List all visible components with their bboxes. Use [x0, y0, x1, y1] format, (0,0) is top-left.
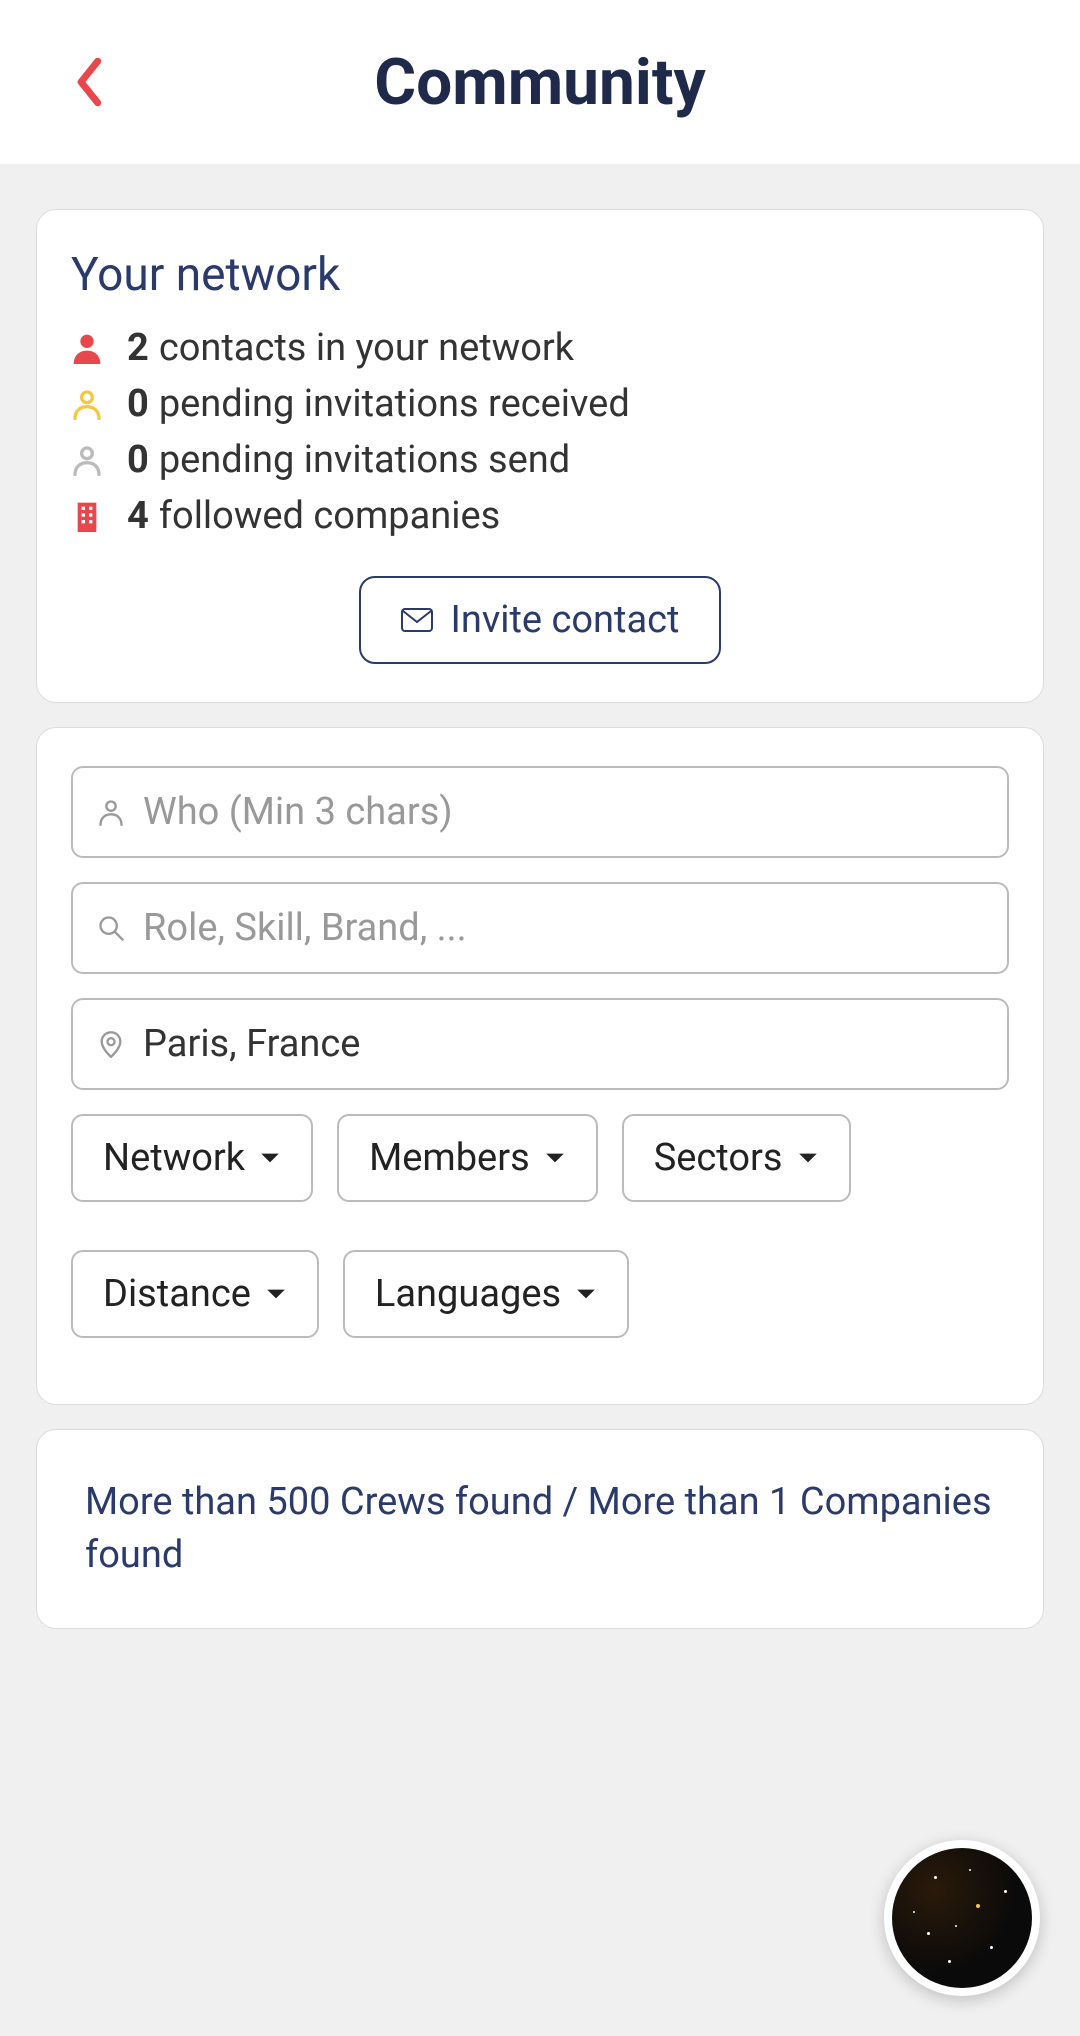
caret-down-icon	[575, 1287, 597, 1301]
results-text: More than 500 Crews found / More than 1 …	[85, 1476, 995, 1582]
who-placeholder: Who (Min 3 chars)	[143, 790, 453, 834]
invite-contact-button[interactable]: Invite contact	[359, 576, 722, 664]
stat-count: 4	[127, 494, 149, 538]
stat-count: 0	[127, 382, 149, 426]
location-icon	[97, 1030, 125, 1058]
location-input[interactable]: Paris, France	[71, 998, 1009, 1090]
filter-members[interactable]: Members	[337, 1114, 598, 1202]
network-title: Your network	[71, 248, 1009, 302]
filter-row: Network Members Sectors Distance Languag…	[71, 1114, 1009, 1362]
content: Your network 2 contacts in your network …	[0, 164, 1080, 2036]
person-outline-icon	[71, 388, 103, 420]
back-button[interactable]	[64, 46, 112, 118]
avatar	[892, 1848, 1032, 1988]
filter-label: Sectors	[654, 1136, 783, 1180]
stat-label: followed companies	[159, 494, 500, 538]
stat-received[interactable]: 0 pending invitations received	[71, 382, 1009, 426]
filter-network[interactable]: Network	[71, 1114, 313, 1202]
person-icon	[71, 332, 103, 364]
building-icon	[71, 500, 103, 532]
envelope-icon	[401, 608, 433, 632]
stat-label: pending invitations received	[159, 382, 630, 426]
page-title: Community	[40, 45, 1040, 120]
person-outline-icon	[71, 444, 103, 476]
stat-count: 0	[127, 438, 149, 482]
search-icon	[97, 914, 125, 942]
filter-label: Members	[369, 1136, 530, 1180]
location-value: Paris, France	[143, 1022, 360, 1066]
chevron-left-icon	[73, 57, 103, 107]
chat-fab[interactable]	[884, 1840, 1040, 1996]
filter-languages[interactable]: Languages	[343, 1250, 629, 1338]
what-placeholder: Role, Skill, Brand, ...	[143, 906, 467, 950]
what-input[interactable]: Role, Skill, Brand, ...	[71, 882, 1009, 974]
search-card: Who (Min 3 chars) Role, Skill, Brand, ..…	[36, 727, 1044, 1405]
caret-down-icon	[544, 1151, 566, 1165]
stat-contacts[interactable]: 2 contacts in your network	[71, 326, 1009, 370]
caret-down-icon	[265, 1287, 287, 1301]
filter-label: Languages	[375, 1272, 561, 1316]
caret-down-icon	[797, 1151, 819, 1165]
filter-label: Distance	[103, 1272, 251, 1316]
network-card: Your network 2 contacts in your network …	[36, 209, 1044, 703]
caret-down-icon	[259, 1151, 281, 1165]
who-input[interactable]: Who (Min 3 chars)	[71, 766, 1009, 858]
stat-sent[interactable]: 0 pending invitations send	[71, 438, 1009, 482]
stat-label: pending invitations send	[159, 438, 570, 482]
filter-distance[interactable]: Distance	[71, 1250, 319, 1338]
invite-label: Invite contact	[451, 598, 680, 642]
person-outline-icon	[97, 798, 125, 826]
results-card: More than 500 Crews found / More than 1 …	[36, 1429, 1044, 1629]
header: Community	[0, 0, 1080, 164]
stat-label: contacts in your network	[159, 326, 574, 370]
stat-count: 2	[127, 326, 149, 370]
stat-companies[interactable]: 4 followed companies	[71, 494, 1009, 538]
filter-label: Network	[103, 1136, 245, 1180]
filter-sectors[interactable]: Sectors	[622, 1114, 851, 1202]
